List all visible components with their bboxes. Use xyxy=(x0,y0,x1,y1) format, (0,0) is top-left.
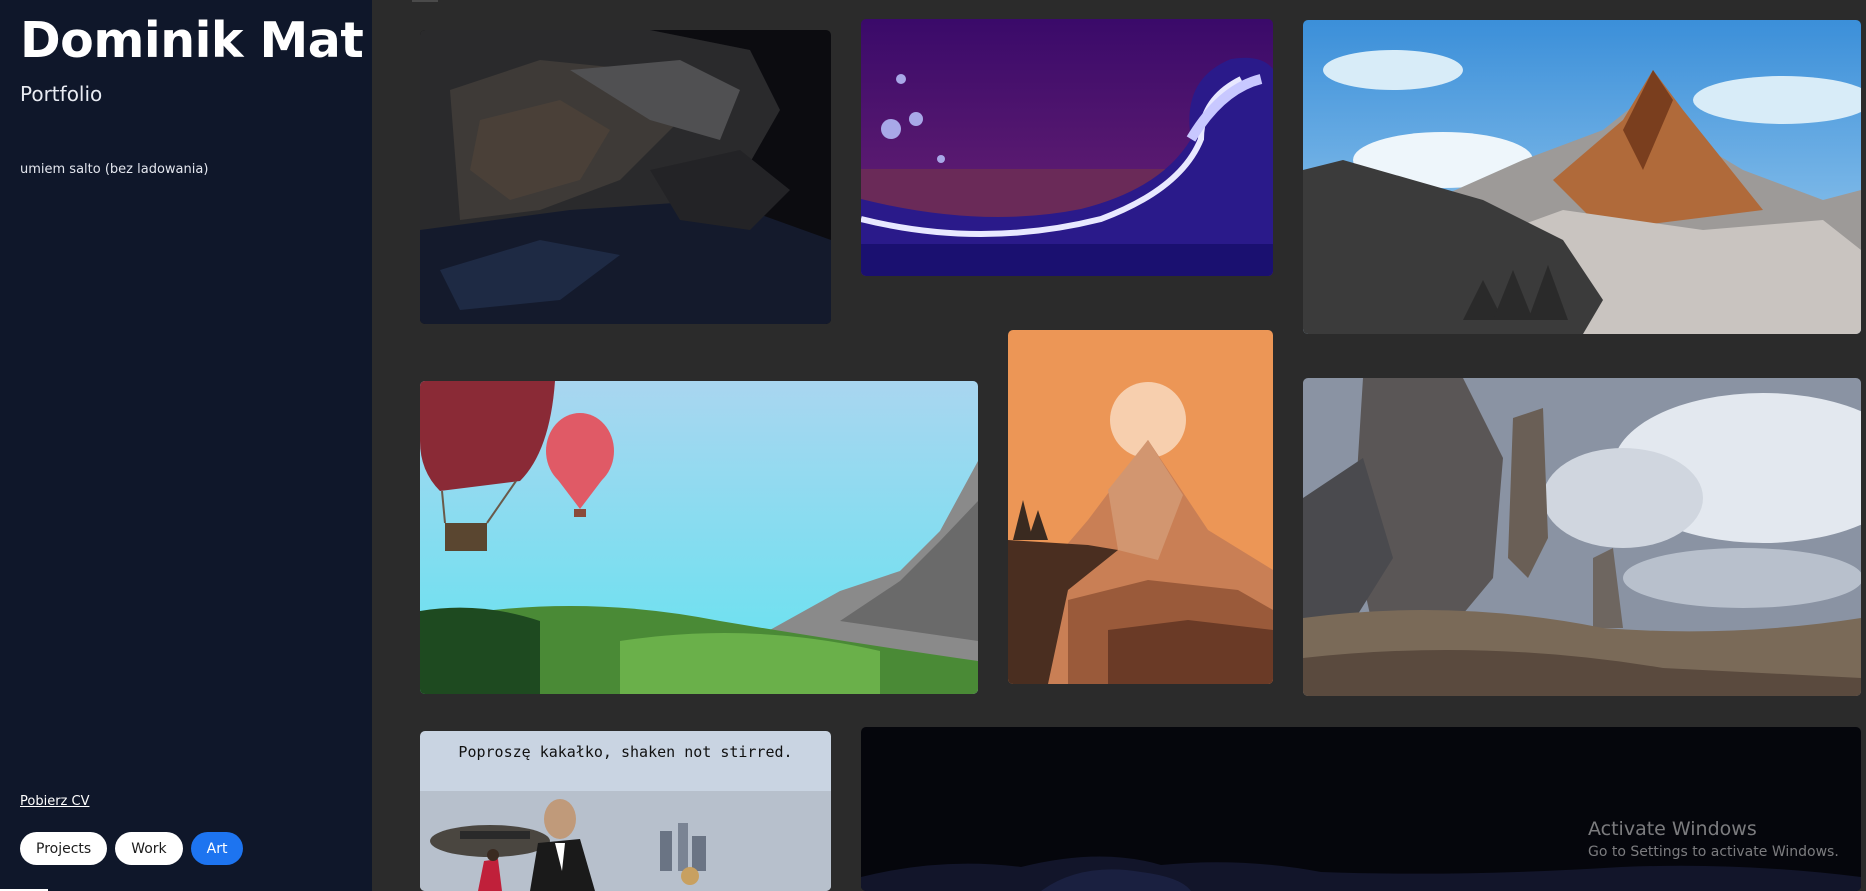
artwork-tile[interactable] xyxy=(861,19,1273,276)
windows-activation-watermark: Activate Windows Go to Settings to activ… xyxy=(1588,818,1839,860)
artwork-tile[interactable] xyxy=(1303,378,1861,696)
gallery-top-line xyxy=(412,0,438,2)
filter-projects-button[interactable]: Projects xyxy=(20,832,108,865)
filter-art-button[interactable]: Art xyxy=(190,832,244,865)
watermark-title: Activate Windows xyxy=(1588,818,1757,840)
filter-work-button[interactable]: Work xyxy=(115,832,183,865)
artwork-tile[interactable] xyxy=(861,727,1861,891)
dark-night-image xyxy=(861,727,1861,891)
artwork-tile[interactable] xyxy=(420,381,978,694)
site-subtitle: Portfolio xyxy=(20,82,103,106)
rock-towers-image xyxy=(1303,378,1861,696)
artwork-tile[interactable] xyxy=(420,30,831,324)
dark-seascape-image xyxy=(420,30,831,324)
pixel-wave-image xyxy=(861,19,1273,276)
artwork-tile[interactable] xyxy=(1303,20,1861,334)
download-cv-link[interactable]: Pobierz CV xyxy=(20,794,89,809)
watermark-subtitle: Go to Settings to activate Windows. xyxy=(1588,844,1839,860)
artwork-tile[interactable] xyxy=(1008,330,1273,684)
site-title: Dominik Mat xyxy=(20,12,364,69)
category-filters: Projects Work Art xyxy=(20,832,244,865)
sidebar: Dominik Mat Portfolio umiem salto (bez l… xyxy=(0,0,372,891)
bio-text: umiem salto (bez ladowania) xyxy=(20,162,209,177)
sunset-mountain-image xyxy=(1008,330,1273,684)
mountain-peak-image xyxy=(1303,20,1861,334)
balloons-valley-image xyxy=(420,381,978,694)
poster-caption: Poproszę kakałko, shaken not stirred. xyxy=(458,743,793,761)
artwork-tile[interactable]: Poproszę kakałko, shaken not stirred. xyxy=(420,731,831,891)
